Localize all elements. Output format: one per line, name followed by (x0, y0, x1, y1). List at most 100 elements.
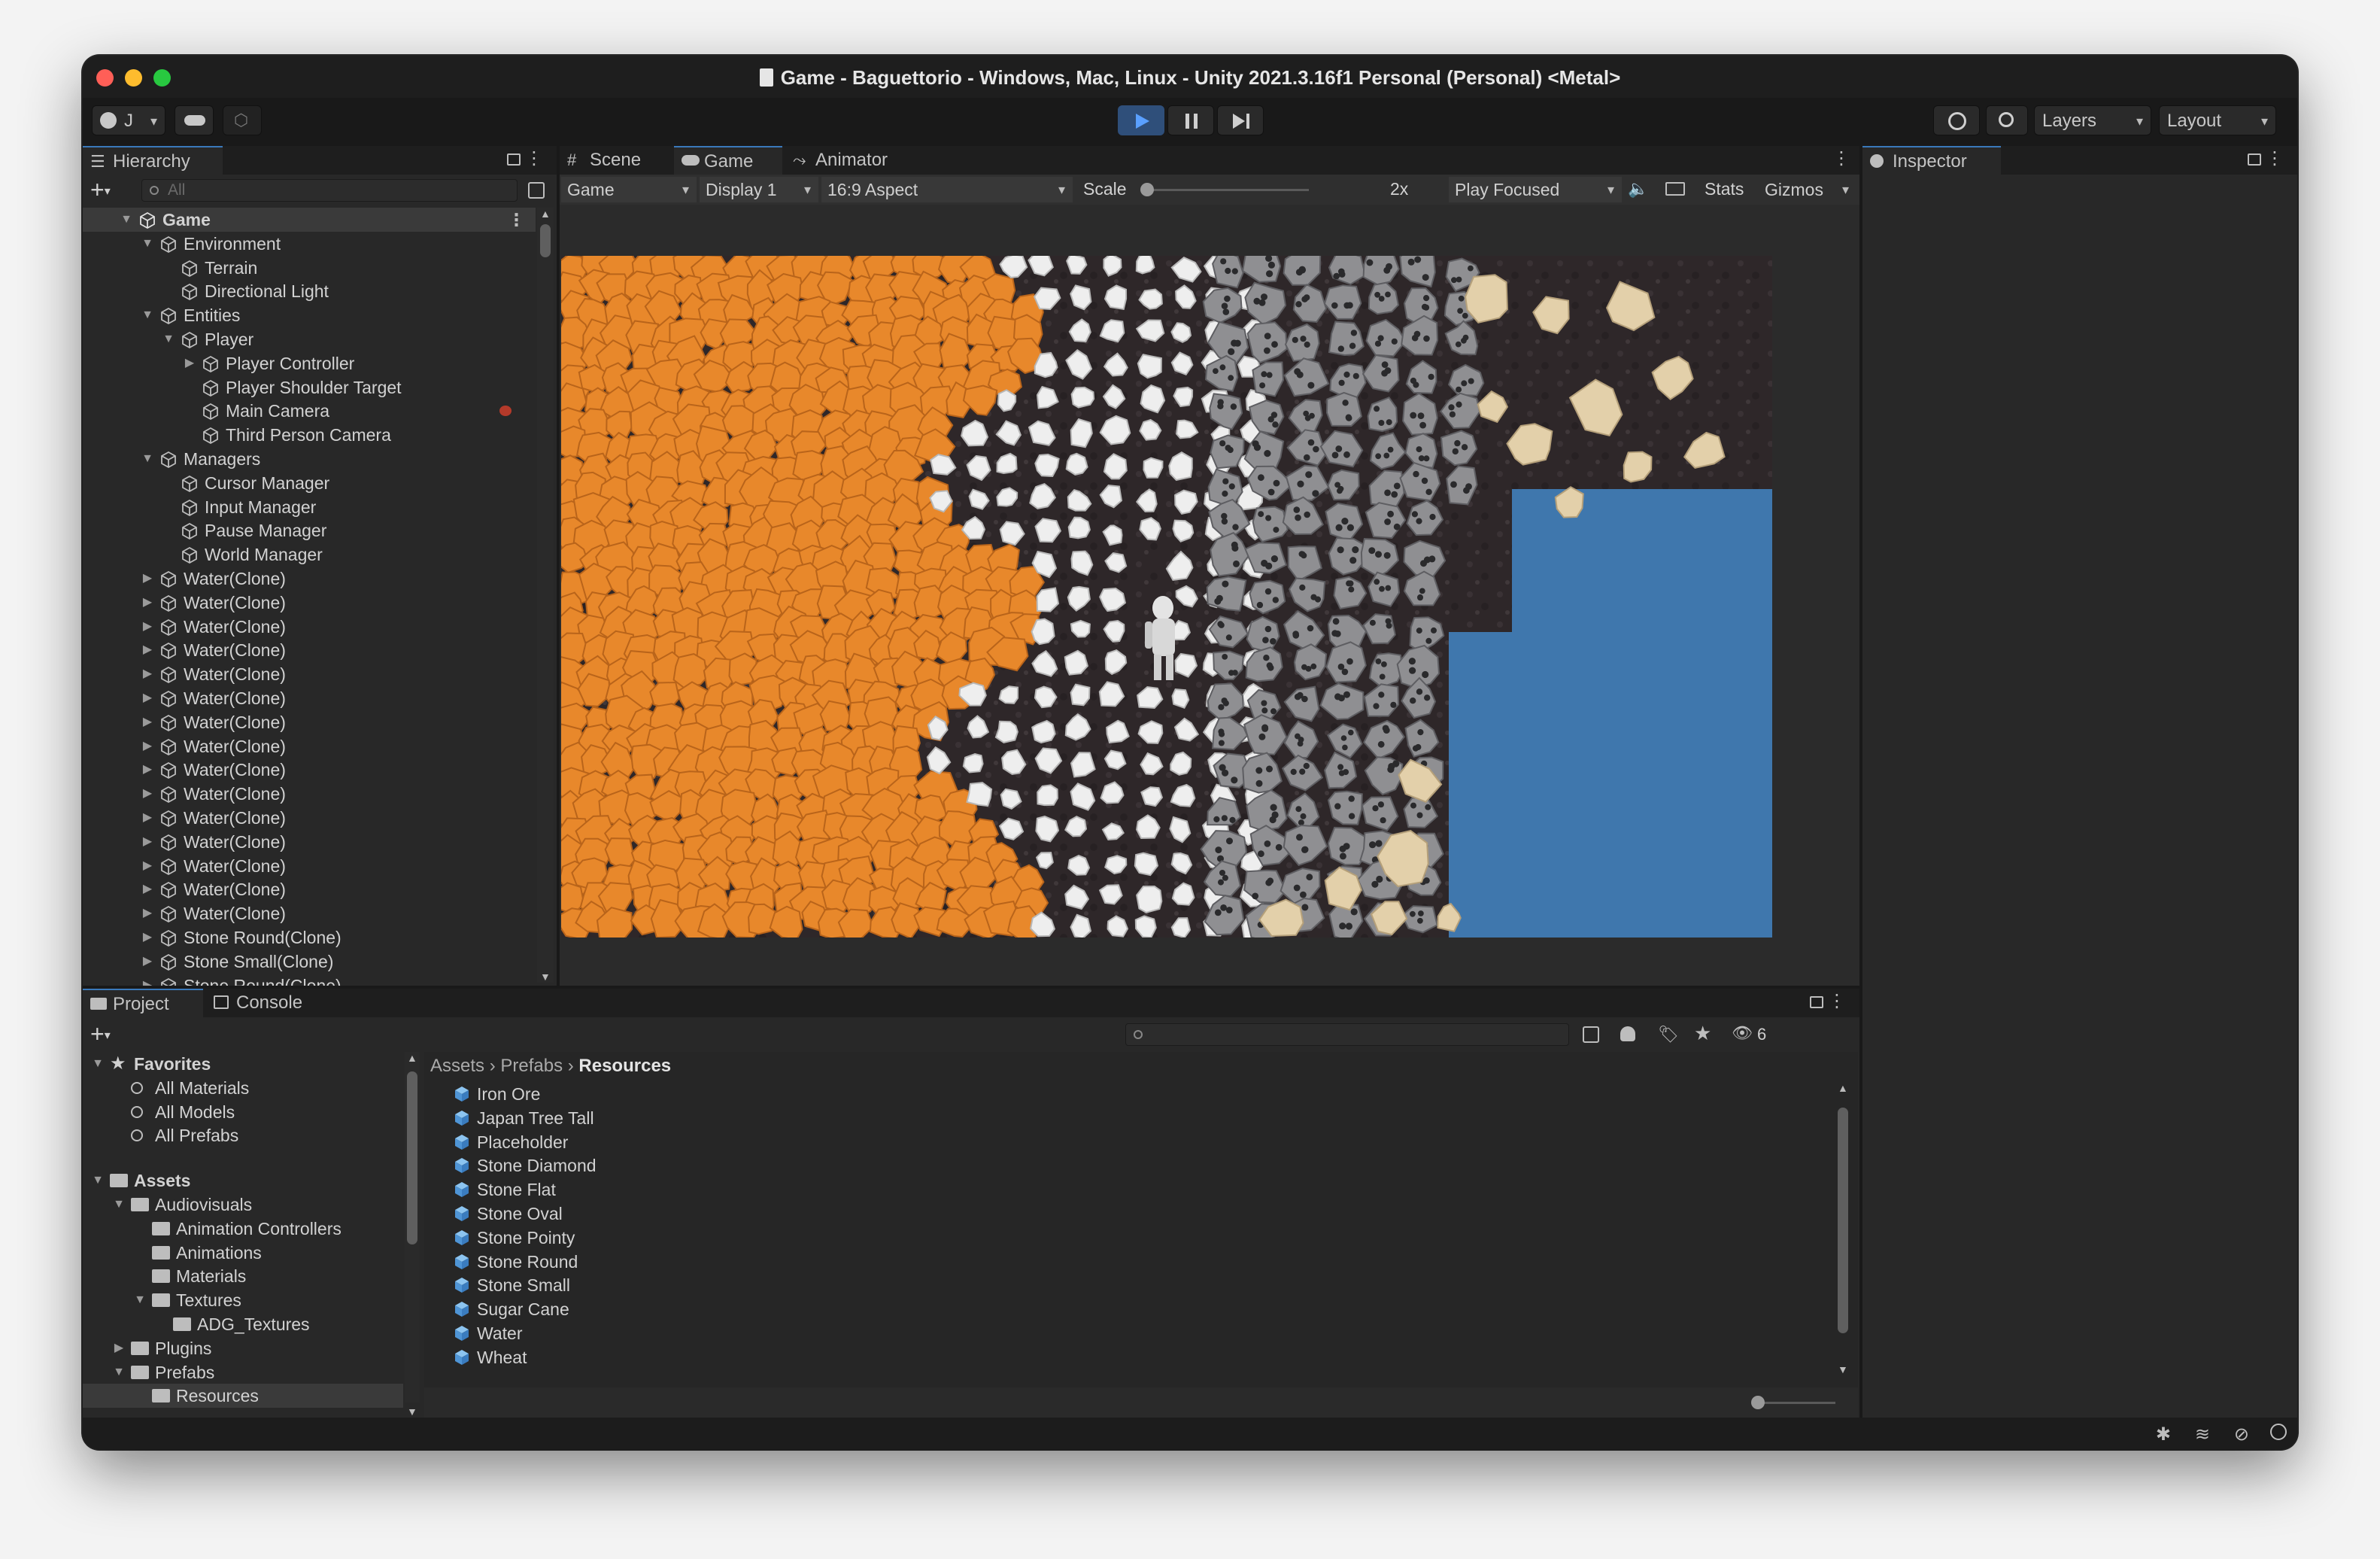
collapse-arrow-icon[interactable]: ▶ (140, 734, 155, 758)
hierarchy-item[interactable]: ▼ Environment (83, 232, 536, 256)
step-button[interactable] (1217, 105, 1264, 135)
favorite-item[interactable]: All Prefabs (83, 1123, 403, 1147)
favorites-star-icon[interactable]: ★ (1694, 1022, 1711, 1045)
asset-item[interactable]: Placeholder (424, 1130, 1823, 1154)
folder-item[interactable]: Resources (83, 1384, 403, 1409)
hierarchy-item[interactable]: ▶ Water(Clone) (83, 567, 536, 591)
stats-button[interactable]: Stats (1705, 179, 1744, 199)
asset-scroll-thumb[interactable] (1838, 1108, 1848, 1333)
hierarchy-item[interactable]: ▶ Water(Clone) (83, 686, 536, 710)
create-asset-button[interactable]: +▾ (90, 1019, 111, 1051)
hierarchy-item[interactable]: ▶ Water(Clone) (83, 854, 536, 878)
asset-item[interactable]: Stone Oval (424, 1202, 1823, 1226)
hierarchy-item[interactable]: ▼ Game ⋮ (83, 208, 536, 232)
asset-item[interactable]: Stone Pointy (424, 1226, 1823, 1250)
expand-arrow-icon[interactable]: ▼ (132, 1288, 147, 1312)
hierarchy-item[interactable]: ▶ Water(Clone) (83, 901, 536, 925)
hierarchy-item[interactable]: Directional Light (83, 279, 536, 303)
tab-scene[interactable]: # Scene (560, 146, 671, 175)
gizmos-dropdown[interactable]: Gizmos ▾ (1759, 177, 1856, 202)
hierarchy-item[interactable]: ▶ Stone Small(Clone) (83, 950, 536, 974)
cloud-button[interactable] (175, 105, 214, 135)
pause-button[interactable] (1167, 105, 1214, 135)
collapse-arrow-icon[interactable]: ▶ (140, 686, 155, 710)
history-button[interactable] (1933, 105, 1980, 135)
collapse-arrow-icon[interactable]: ▶ (140, 758, 155, 782)
debug-mode-icon[interactable]: ✱ (2156, 1424, 2171, 1445)
expand-arrow-icon[interactable]: ▼ (90, 1168, 105, 1193)
collapse-arrow-icon[interactable]: ▶ (140, 974, 155, 986)
hierarchy-item[interactable]: Cursor Manager (83, 471, 536, 495)
collapse-arrow-icon[interactable]: ▶ (140, 710, 155, 734)
hierarchy-item[interactable]: Input Manager (83, 495, 536, 519)
scroll-up-icon[interactable]: ▲ (540, 208, 551, 220)
hierarchy-search-input[interactable]: All (141, 179, 518, 202)
collapse-arrow-icon[interactable]: ▶ (140, 877, 155, 901)
collapse-arrow-icon[interactable]: ▶ (140, 806, 155, 830)
hierarchy-item[interactable]: ▶ Water(Clone) (83, 615, 536, 639)
hierarchy-item[interactable]: ▶ Water(Clone) (83, 758, 536, 782)
layout-dropdown[interactable]: Layout ▾ (2159, 105, 2276, 135)
hierarchy-item[interactable]: World Manager (83, 542, 536, 567)
filter-by-label-icon[interactable]: 🏷 (1658, 1025, 1679, 1044)
folder-item[interactable]: ▼ Textures (83, 1288, 403, 1312)
scale-slider[interactable] (1140, 183, 1309, 196)
folder-item[interactable]: Animations (83, 1241, 403, 1265)
folder-item[interactable]: ▶ Plugins (83, 1336, 403, 1360)
asset-list-scrollbar[interactable]: ▲ ▼ (1835, 1082, 1850, 1375)
collapse-arrow-icon[interactable]: ▶ (182, 351, 197, 375)
expand-arrow-icon[interactable]: ▼ (140, 303, 155, 327)
filter-by-type-icon[interactable] (1620, 1026, 1635, 1041)
hierarchy-item[interactable]: ▶ Water(Clone) (83, 662, 536, 686)
asset-item[interactable]: Stone Diamond (424, 1153, 1823, 1178)
hierarchy-item[interactable]: ▶ Water(Clone) (83, 638, 536, 662)
folder-item[interactable]: ADG_Textures (83, 1312, 403, 1336)
collapse-arrow-icon[interactable]: ▶ (140, 925, 155, 950)
tab-animator[interactable]: ⤳ Animator (785, 146, 921, 175)
hierarchy-item[interactable]: ▶ Stone Round(Clone) (83, 925, 536, 950)
search-by-type-icon[interactable] (1583, 1026, 1599, 1043)
hierarchy-item[interactable]: Main Camera (83, 399, 536, 423)
collapse-arrow-icon[interactable]: ▶ (140, 638, 155, 662)
lock-icon[interactable] (507, 153, 521, 166)
hierarchy-item[interactable]: ▶ Water(Clone) (83, 830, 536, 854)
breadcrumb-item[interactable]: Assets (430, 1056, 484, 1076)
hierarchy-item[interactable]: ▶ Water(Clone) (83, 877, 536, 901)
folder-item[interactable]: ▼ Audiovisuals (83, 1193, 403, 1217)
favorite-item[interactable]: All Models (83, 1100, 403, 1124)
breadcrumb-item[interactable]: Prefabs (500, 1056, 563, 1076)
more-menu-icon[interactable]: ⋮ (1828, 990, 1846, 1012)
aspect-dropdown[interactable]: 16:9 Aspect ▾ (821, 177, 1073, 202)
collapse-arrow-icon[interactable]: ▶ (140, 615, 155, 639)
more-menu-icon[interactable]: ⋮ (2266, 147, 2284, 169)
asset-item[interactable]: Stone Flat (424, 1178, 1823, 1202)
favorite-item[interactable]: All Materials (83, 1076, 403, 1100)
layers-dropdown[interactable]: Layers ▾ (2034, 105, 2151, 135)
tab-hierarchy[interactable]: ☰ Hierarchy (83, 146, 223, 175)
mute-audio-icon[interactable]: 🔈 (1628, 179, 1648, 199)
asset-item[interactable]: Stone Small (424, 1273, 1823, 1297)
folder-item[interactable]: Animation Controllers (83, 1217, 403, 1241)
hierarchy-item[interactable]: Terrain (83, 256, 536, 280)
tree-scroll-thumb[interactable] (407, 1071, 417, 1244)
auto-generate-lighting-icon[interactable]: ⊘ (2234, 1424, 2249, 1445)
hierarchy-item[interactable]: Pause Manager (83, 518, 536, 542)
game-render-view[interactable] (561, 256, 1772, 938)
scene-menu-icon[interactable]: ⋮ (508, 208, 525, 232)
hierarchy-item[interactable]: ▶ Water(Clone) (83, 710, 536, 734)
project-search-input[interactable] (1125, 1023, 1569, 1046)
collapse-arrow-icon[interactable]: ▶ (140, 950, 155, 974)
scroll-down-icon[interactable]: ▼ (407, 1406, 417, 1418)
more-menu-icon[interactable]: ⋮ (525, 147, 543, 169)
asset-item[interactable]: Wheat (424, 1345, 1823, 1369)
search-button[interactable] (1986, 105, 2028, 135)
scroll-up-icon[interactable]: ▲ (407, 1052, 417, 1064)
hierarchy-item[interactable]: Third Person Camera (83, 423, 536, 447)
expand-arrow-icon[interactable]: ▼ (111, 1193, 126, 1217)
tab-console[interactable]: Console (206, 989, 326, 1017)
expand-arrow-icon[interactable]: ▼ (111, 1360, 126, 1384)
hierarchy-item[interactable]: ▼ Player (83, 327, 536, 351)
collapse-arrow-icon[interactable]: ▶ (140, 662, 155, 686)
expand-arrow-icon[interactable]: ▼ (140, 232, 155, 256)
hierarchy-item[interactable]: Player Shoulder Target (83, 375, 536, 400)
